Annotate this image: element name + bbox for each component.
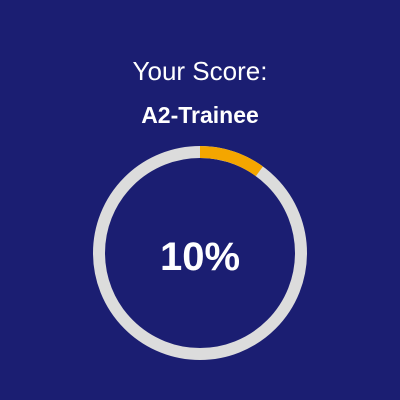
score-card: Your Score: A2-Trainee 10% xyxy=(0,0,400,400)
score-percent: 10% xyxy=(159,235,241,279)
progress-ring xyxy=(93,146,307,360)
